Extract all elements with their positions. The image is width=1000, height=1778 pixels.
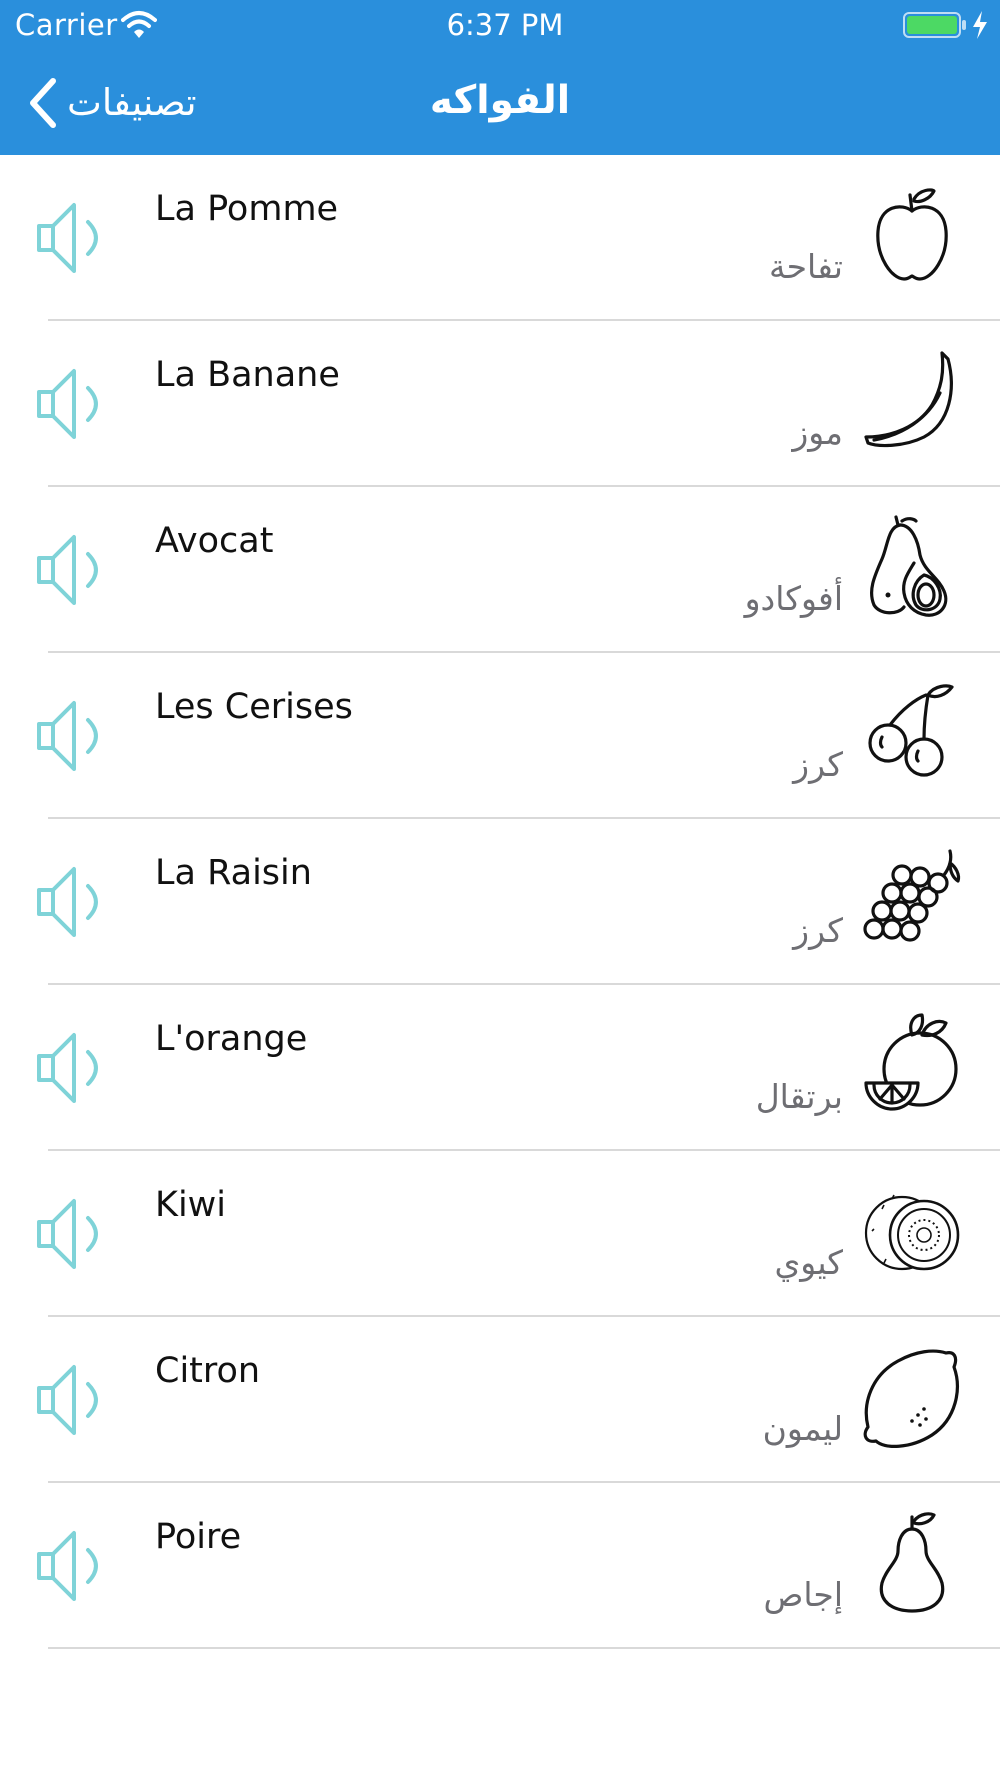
- speaker-icon[interactable]: [36, 1030, 108, 1106]
- french-word: Les Cerises: [155, 687, 353, 727]
- lemon-icon: [862, 1345, 962, 1451]
- status-time: 6:37 PM: [446, 8, 564, 42]
- avocado-icon: [862, 515, 962, 621]
- arabic-word: كرز: [793, 745, 843, 784]
- speaker-icon[interactable]: [36, 200, 108, 276]
- arabic-word: موز: [792, 413, 843, 452]
- list-item[interactable]: La Pomme تفاحة: [0, 155, 1000, 321]
- list-item[interactable]: Poire إجاص: [0, 1483, 1000, 1649]
- list-item[interactable]: La Banane موز: [0, 321, 1000, 487]
- arabic-word: أفوكادو: [744, 579, 843, 618]
- list-item[interactable]: L'orange برتقال: [0, 985, 1000, 1151]
- grapes-icon: [862, 847, 962, 953]
- orange-icon: [862, 1013, 962, 1119]
- banana-icon: [862, 349, 962, 455]
- fruit-list: La Pomme تفاحة La Banane موز Avocat أفوكادو…: [0, 155, 1000, 1649]
- arabic-word: برتقال: [755, 1077, 843, 1116]
- pear-icon: [862, 1511, 962, 1617]
- top-bar: Carrier 6:37 PM تصنيفات الفواكه: [0, 0, 1000, 155]
- arabic-word: كرز: [793, 911, 843, 950]
- arabic-word: إجاص: [763, 1575, 843, 1614]
- speaker-icon[interactable]: [36, 698, 108, 774]
- arabic-word: كيوي: [774, 1243, 843, 1282]
- french-word: La Raisin: [155, 853, 312, 893]
- battery-icon: [903, 12, 966, 38]
- list-item[interactable]: Kiwi كيوي: [0, 1151, 1000, 1317]
- cherries-icon: [862, 681, 962, 787]
- apple-icon: [862, 183, 962, 289]
- speaker-icon[interactable]: [36, 1362, 108, 1438]
- kiwi-icon: [862, 1179, 962, 1285]
- row-separator: [48, 1647, 1000, 1649]
- french-word: La Pomme: [155, 189, 339, 229]
- french-word: Avocat: [155, 521, 274, 561]
- french-word: La Banane: [155, 355, 340, 395]
- navigation-bar: تصنيفات الفواكه: [0, 60, 1000, 145]
- french-word: Poire: [155, 1517, 242, 1557]
- list-item[interactable]: Les Cerises كرز: [0, 653, 1000, 819]
- speaker-icon[interactable]: [36, 366, 108, 442]
- charging-bolt-icon: [973, 11, 987, 39]
- status-bar: Carrier 6:37 PM: [0, 0, 1000, 50]
- french-word: Kiwi: [155, 1185, 227, 1225]
- speaker-icon[interactable]: [36, 532, 108, 608]
- arabic-word: تفاحة: [768, 247, 843, 286]
- list-item[interactable]: Citron ليمون: [0, 1317, 1000, 1483]
- speaker-icon[interactable]: [36, 1528, 108, 1604]
- speaker-icon[interactable]: [36, 1196, 108, 1272]
- page-title: الفواكه: [429, 78, 571, 123]
- french-word: Citron: [155, 1351, 261, 1391]
- speaker-icon[interactable]: [36, 864, 108, 940]
- list-item[interactable]: Avocat أفوكادو: [0, 487, 1000, 653]
- list-item[interactable]: La Raisin كرز: [0, 819, 1000, 985]
- french-word: L'orange: [155, 1019, 308, 1059]
- arabic-word: ليمون: [762, 1409, 843, 1448]
